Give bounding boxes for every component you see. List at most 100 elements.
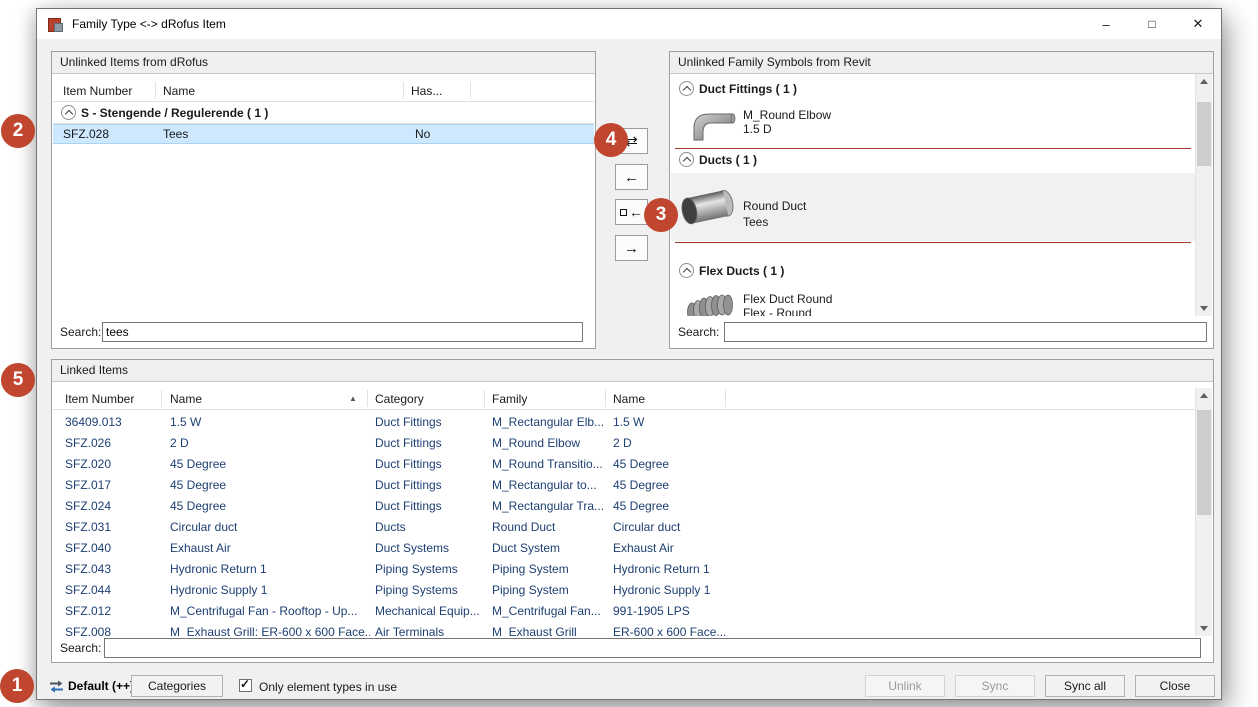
chevron-up-circle-icon[interactable]: [679, 152, 694, 167]
column-separator[interactable]: [605, 390, 606, 407]
only-in-use-checkbox[interactable]: ✓: [239, 679, 252, 692]
linked-item-row[interactable]: SFZ.012 M_Centrifugal Fan - Rooftop - Up…: [53, 601, 1195, 622]
column-header-has[interactable]: Has...: [411, 84, 442, 98]
cell-family: M_Round Transitio...: [492, 457, 610, 471]
unlinked-revit-panel-title: Unlinked Family Symbols from Revit: [670, 52, 1213, 74]
cell-name: Exhaust Air: [170, 541, 370, 555]
column-header-family[interactable]: Family: [492, 392, 527, 406]
revit-group-ducts[interactable]: Ducts ( 1 ): [671, 151, 1195, 171]
column-header-type-name[interactable]: Name: [613, 392, 645, 406]
cell-family: M_Round Elbow: [492, 436, 610, 450]
sort-ascending-icon[interactable]: ▲: [349, 394, 357, 403]
column-separator[interactable]: [155, 82, 156, 99]
move-right-button[interactable]: →: [615, 235, 648, 261]
revit-group-duct-fittings[interactable]: Duct Fittings ( 1 ): [671, 80, 1195, 100]
linked-search-input[interactable]: [104, 638, 1201, 658]
screen: Family Type <-> dRofus Item – □ ✕ Unlink…: [0, 0, 1258, 707]
column-separator[interactable]: [403, 82, 404, 99]
scrollbar-thumb[interactable]: [1197, 410, 1211, 515]
scroll-up-arrow-icon[interactable]: [1196, 74, 1212, 90]
chevron-up-circle-icon[interactable]: [679, 81, 694, 96]
cell-item-number: 36409.013: [65, 415, 157, 429]
column-header-name[interactable]: Name: [170, 392, 202, 406]
cell-type-name: 45 Degree: [613, 478, 863, 492]
column-header-category[interactable]: Category: [375, 392, 424, 406]
unlinked-revit-panel: Unlinked Family Symbols from Revit Duct …: [669, 51, 1214, 349]
linked-item-row[interactable]: SFZ.043 Hydronic Return 1 Piping Systems…: [53, 559, 1195, 580]
titlebar: Family Type <-> dRofus Item – □ ✕: [37, 9, 1221, 39]
maximize-button[interactable]: □: [1129, 9, 1175, 39]
chevron-up-circle-icon[interactable]: [61, 105, 76, 120]
scroll-down-arrow-icon[interactable]: [1196, 620, 1212, 636]
cell-item-number: SFZ.017: [65, 478, 157, 492]
symbol-family-name: Flex Duct Round: [743, 292, 832, 306]
unlink-button[interactable]: Unlink: [865, 675, 945, 697]
annotation-3: 3: [644, 198, 678, 232]
cell-name: 2 D: [170, 436, 370, 450]
drofus-search-input[interactable]: [102, 322, 583, 342]
sync-all-button[interactable]: Sync all: [1045, 675, 1125, 697]
chevron-up-circle-icon[interactable]: [679, 263, 694, 278]
cell-family: M_Exhaust Grill: [492, 625, 610, 636]
revit-item-flex-duct[interactable]: Flex Duct Round Flex - Round: [671, 286, 1195, 316]
minimize-button[interactable]: –: [1083, 9, 1129, 39]
revit-item-round-elbow[interactable]: M_Round Elbow 1.5 D: [671, 104, 1195, 148]
profile-label[interactable]: Default (++): [68, 679, 134, 693]
linked-search-row: Search:: [60, 638, 1201, 658]
linked-item-row[interactable]: SFZ.031 Circular duct Ducts Round Duct C…: [53, 517, 1195, 538]
linked-item-row[interactable]: SFZ.040 Exhaust Air Duct Systems Duct Sy…: [53, 538, 1195, 559]
linked-item-row[interactable]: SFZ.017 45 Degree Duct Fittings M_Rectan…: [53, 475, 1195, 496]
linked-item-row[interactable]: SFZ.008 M_Exhaust Grill: ER-600 x 600 Fa…: [53, 622, 1195, 636]
cell-category: Piping Systems: [375, 562, 487, 576]
categories-button[interactable]: Categories: [131, 675, 223, 697]
unlinked-drofus-panel: Unlinked Items from dRofus Item Number N…: [51, 51, 596, 349]
cell-category: Duct Fittings: [375, 436, 487, 450]
vertical-scrollbar[interactable]: [1195, 74, 1212, 316]
column-separator[interactable]: [484, 390, 485, 407]
scroll-down-arrow-icon[interactable]: [1196, 300, 1212, 316]
close-button[interactable]: ✕: [1175, 9, 1221, 39]
linked-item-row[interactable]: SFZ.024 45 Degree Duct Fittings M_Rectan…: [53, 496, 1195, 517]
revit-search-input[interactable]: [724, 322, 1207, 342]
cell-name: Hydronic Supply 1: [170, 583, 370, 597]
close-dialog-button[interactable]: Close: [1135, 675, 1215, 697]
symbol-type-name: Flex - Round: [743, 306, 812, 316]
linked-item-row[interactable]: SFZ.044 Hydronic Supply 1 Piping Systems…: [53, 580, 1195, 601]
linked-item-row[interactable]: SFZ.026 2 D Duct Fittings M_Round Elbow …: [53, 433, 1195, 454]
cell-name: 45 Degree: [170, 499, 370, 513]
only-in-use-checkbox-label[interactable]: Only element types in use: [259, 680, 397, 694]
move-left-button[interactable]: ←: [615, 164, 648, 190]
column-separator[interactable]: [725, 390, 726, 407]
cell-category: Duct Systems: [375, 541, 487, 555]
drofus-group-row[interactable]: S - Stengende / Regulerende ( 1 ): [53, 103, 594, 124]
column-separator[interactable]: [161, 390, 162, 407]
revit-group-flex-ducts[interactable]: Flex Ducts ( 1 ): [671, 262, 1195, 282]
linked-item-row[interactable]: SFZ.020 45 Degree Duct Fittings M_Round …: [53, 454, 1195, 475]
cell-item-number: SFZ.026: [65, 436, 157, 450]
cell-category: Ducts: [375, 520, 487, 534]
linked-item-row[interactable]: 36409.013 1.5 W Duct Fittings M_Rectangu…: [53, 412, 1195, 433]
drofus-item-row-selected[interactable]: SFZ.028 Tees No: [53, 124, 594, 144]
cell-item-number: SFZ.031: [65, 520, 157, 534]
sync-button[interactable]: Sync: [955, 675, 1035, 697]
scrollbar-thumb[interactable]: [1197, 102, 1211, 166]
cell-has: No: [415, 127, 430, 141]
revit-item-round-duct[interactable]: Round Duct Tees: [671, 173, 1195, 241]
revit-group-label: Duct Fittings ( 1 ): [699, 82, 797, 96]
vertical-scrollbar[interactable]: [1195, 388, 1212, 636]
profile-mapping-icon[interactable]: [49, 679, 64, 694]
column-header-item-number[interactable]: Item Number: [63, 84, 132, 98]
column-header-name[interactable]: Name: [163, 84, 195, 98]
cell-item-number: SFZ.008: [65, 625, 157, 636]
window-title: Family Type <-> dRofus Item: [72, 17, 226, 31]
linked-items-rows: 36409.013 1.5 W Duct Fittings M_Rectangu…: [53, 412, 1195, 636]
annotation-5: 5: [1, 363, 35, 397]
cell-item-number: SFZ.028: [63, 127, 109, 141]
column-header-item-number[interactable]: Item Number: [65, 392, 134, 406]
cell-category: Duct Fittings: [375, 415, 487, 429]
link-to-selected-button[interactable]: ←: [615, 199, 648, 225]
left-arrow-icon: ←: [629, 204, 643, 220]
column-separator[interactable]: [367, 390, 368, 407]
column-separator[interactable]: [470, 82, 471, 99]
scroll-up-arrow-icon[interactable]: [1196, 388, 1212, 404]
